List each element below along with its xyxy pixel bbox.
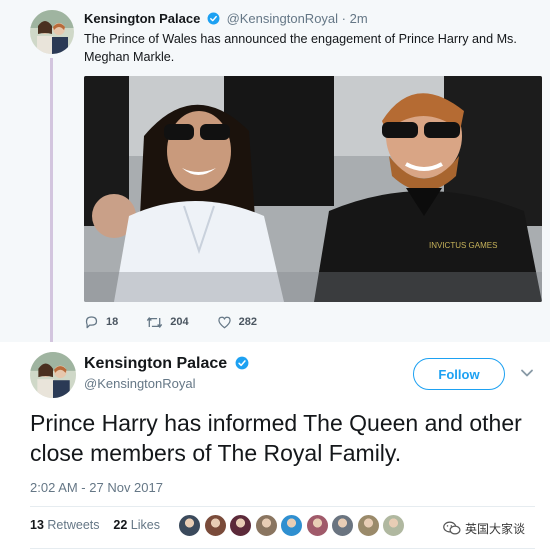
divider [30,506,535,507]
thread-line [50,58,53,348]
retweets-label: Retweets [47,518,100,532]
retweet-count: 204 [170,316,189,328]
liker-avatar[interactable] [305,514,329,537]
author-handle[interactable]: @KensingtonRoyal [227,11,338,26]
chevron-down-icon[interactable] [520,366,534,385]
tweet-time[interactable]: 2m [350,11,368,26]
heart-icon [217,316,231,328]
liker-avatar[interactable] [254,514,278,537]
reply-count: 18 [106,316,119,328]
tweet-main: Kensington Palace @KensingtonRoyal Follo… [0,342,550,556]
tweet-header: Kensington Palace @KensingtonRoyal · 2m [84,11,368,28]
separator-dot: · [341,11,347,26]
likes-label: Likes [130,518,160,532]
follow-button[interactable]: Follow [413,358,505,390]
engagement-stats: 13 Retweets 22 Likes [30,518,160,532]
tweet-text: The Prince of Wales has announced the en… [84,32,517,64]
tweet-photo[interactable]: INVICTUS GAMES [84,76,542,302]
tweet-quoted: Kensington Palace @KensingtonRoyal · 2m … [0,0,550,348]
watermark-text: 英国大家谈 [465,522,526,536]
likes-count: 22 [113,518,128,532]
avatar[interactable] [30,352,76,398]
like-count: 282 [238,316,257,328]
liker-avatar[interactable] [203,514,227,537]
avatar[interactable] [30,10,74,54]
divider [30,548,535,549]
reply-button[interactable]: 18 [84,315,118,329]
tweet-actions: 18 204 282 [84,315,285,329]
author-name[interactable]: Kensington Palace [84,11,200,26]
like-button[interactable]: 282 [217,316,257,329]
author-name[interactable]: Kensington Palace [84,355,227,372]
liker-avatar[interactable] [229,514,252,537]
tweet-text: Prince Harry has informed The Queen and … [30,410,522,466]
wechat-icon [443,521,461,535]
retweets-stat[interactable]: 13 Retweets [30,518,100,532]
watermark: 英国大家谈 [443,520,525,537]
reply-icon [85,316,98,329]
photo-logo: INVICTUS GAMES [429,241,497,250]
verified-badge-icon [207,12,220,28]
author-handle[interactable]: @KensingtonRoyal [84,376,195,391]
likes-stat[interactable]: 22 Likes [113,518,160,532]
retweet-icon [147,316,163,328]
liker-avatars [178,514,408,537]
liker-avatar[interactable] [280,514,303,537]
tweet-timestamp[interactable]: 2:02 AM - 27 Nov 2017 [30,480,163,495]
verified-badge-icon [235,356,249,375]
retweets-count: 13 [30,518,44,532]
retweet-button[interactable]: 204 [146,316,189,329]
author-name-row: Kensington Palace [84,355,252,375]
liker-avatar[interactable] [331,514,354,537]
liker-avatar[interactable] [178,514,201,537]
liker-avatar[interactable] [356,514,380,537]
liker-avatar[interactable] [382,514,405,537]
